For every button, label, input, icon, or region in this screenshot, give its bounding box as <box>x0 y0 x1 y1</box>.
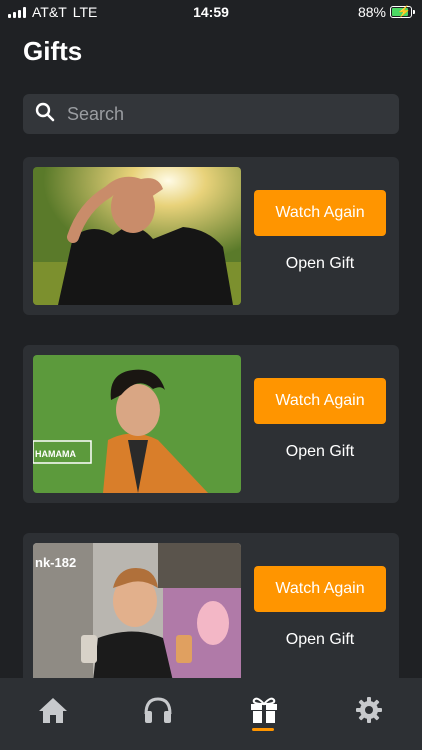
active-tab-indicator <box>252 728 274 731</box>
gift-thumbnail[interactable] <box>33 167 241 305</box>
gear-icon <box>355 696 383 729</box>
thumb-watermark: nk-182 <box>35 555 76 570</box>
tab-gifts[interactable] <box>211 678 316 750</box>
home-icon <box>38 696 68 729</box>
gift-card: nk-182 Watch Again Open Gift <box>23 533 399 691</box>
headphones-icon <box>143 696 173 729</box>
gift-icon <box>249 696 279 729</box>
open-gift-button[interactable]: Open Gift <box>254 627 386 653</box>
search-icon <box>35 102 55 127</box>
status-right: 88% ⚡ <box>357 4 415 20</box>
tab-bar <box>0 678 422 750</box>
search-bar[interactable] <box>23 94 399 134</box>
watch-again-button[interactable]: Watch Again <box>254 190 386 236</box>
gift-card: HAMAMA Watch Again Open Gift <box>23 345 399 503</box>
gift-thumbnail[interactable]: HAMAMA <box>33 355 241 493</box>
gift-thumbnail[interactable]: nk-182 <box>33 543 241 681</box>
battery-percent: 88% <box>357 4 386 20</box>
tab-listen[interactable] <box>105 678 210 750</box>
battery-icon: ⚡ <box>390 6 415 18</box>
watch-again-button[interactable]: Watch Again <box>254 566 386 612</box>
gift-card: Watch Again Open Gift <box>23 157 399 315</box>
page-title: Gifts <box>23 36 83 66</box>
search-input[interactable] <box>65 102 399 126</box>
tab-home[interactable] <box>0 678 105 750</box>
open-gift-button[interactable]: Open Gift <box>254 439 386 465</box>
tab-settings[interactable] <box>316 678 421 750</box>
open-gift-button[interactable]: Open Gift <box>254 251 386 277</box>
status-bar: AT&T LTE 14:59 88% ⚡ <box>0 0 422 24</box>
thumb-watermark: HAMAMA <box>35 449 76 459</box>
watch-again-button[interactable]: Watch Again <box>254 378 386 424</box>
